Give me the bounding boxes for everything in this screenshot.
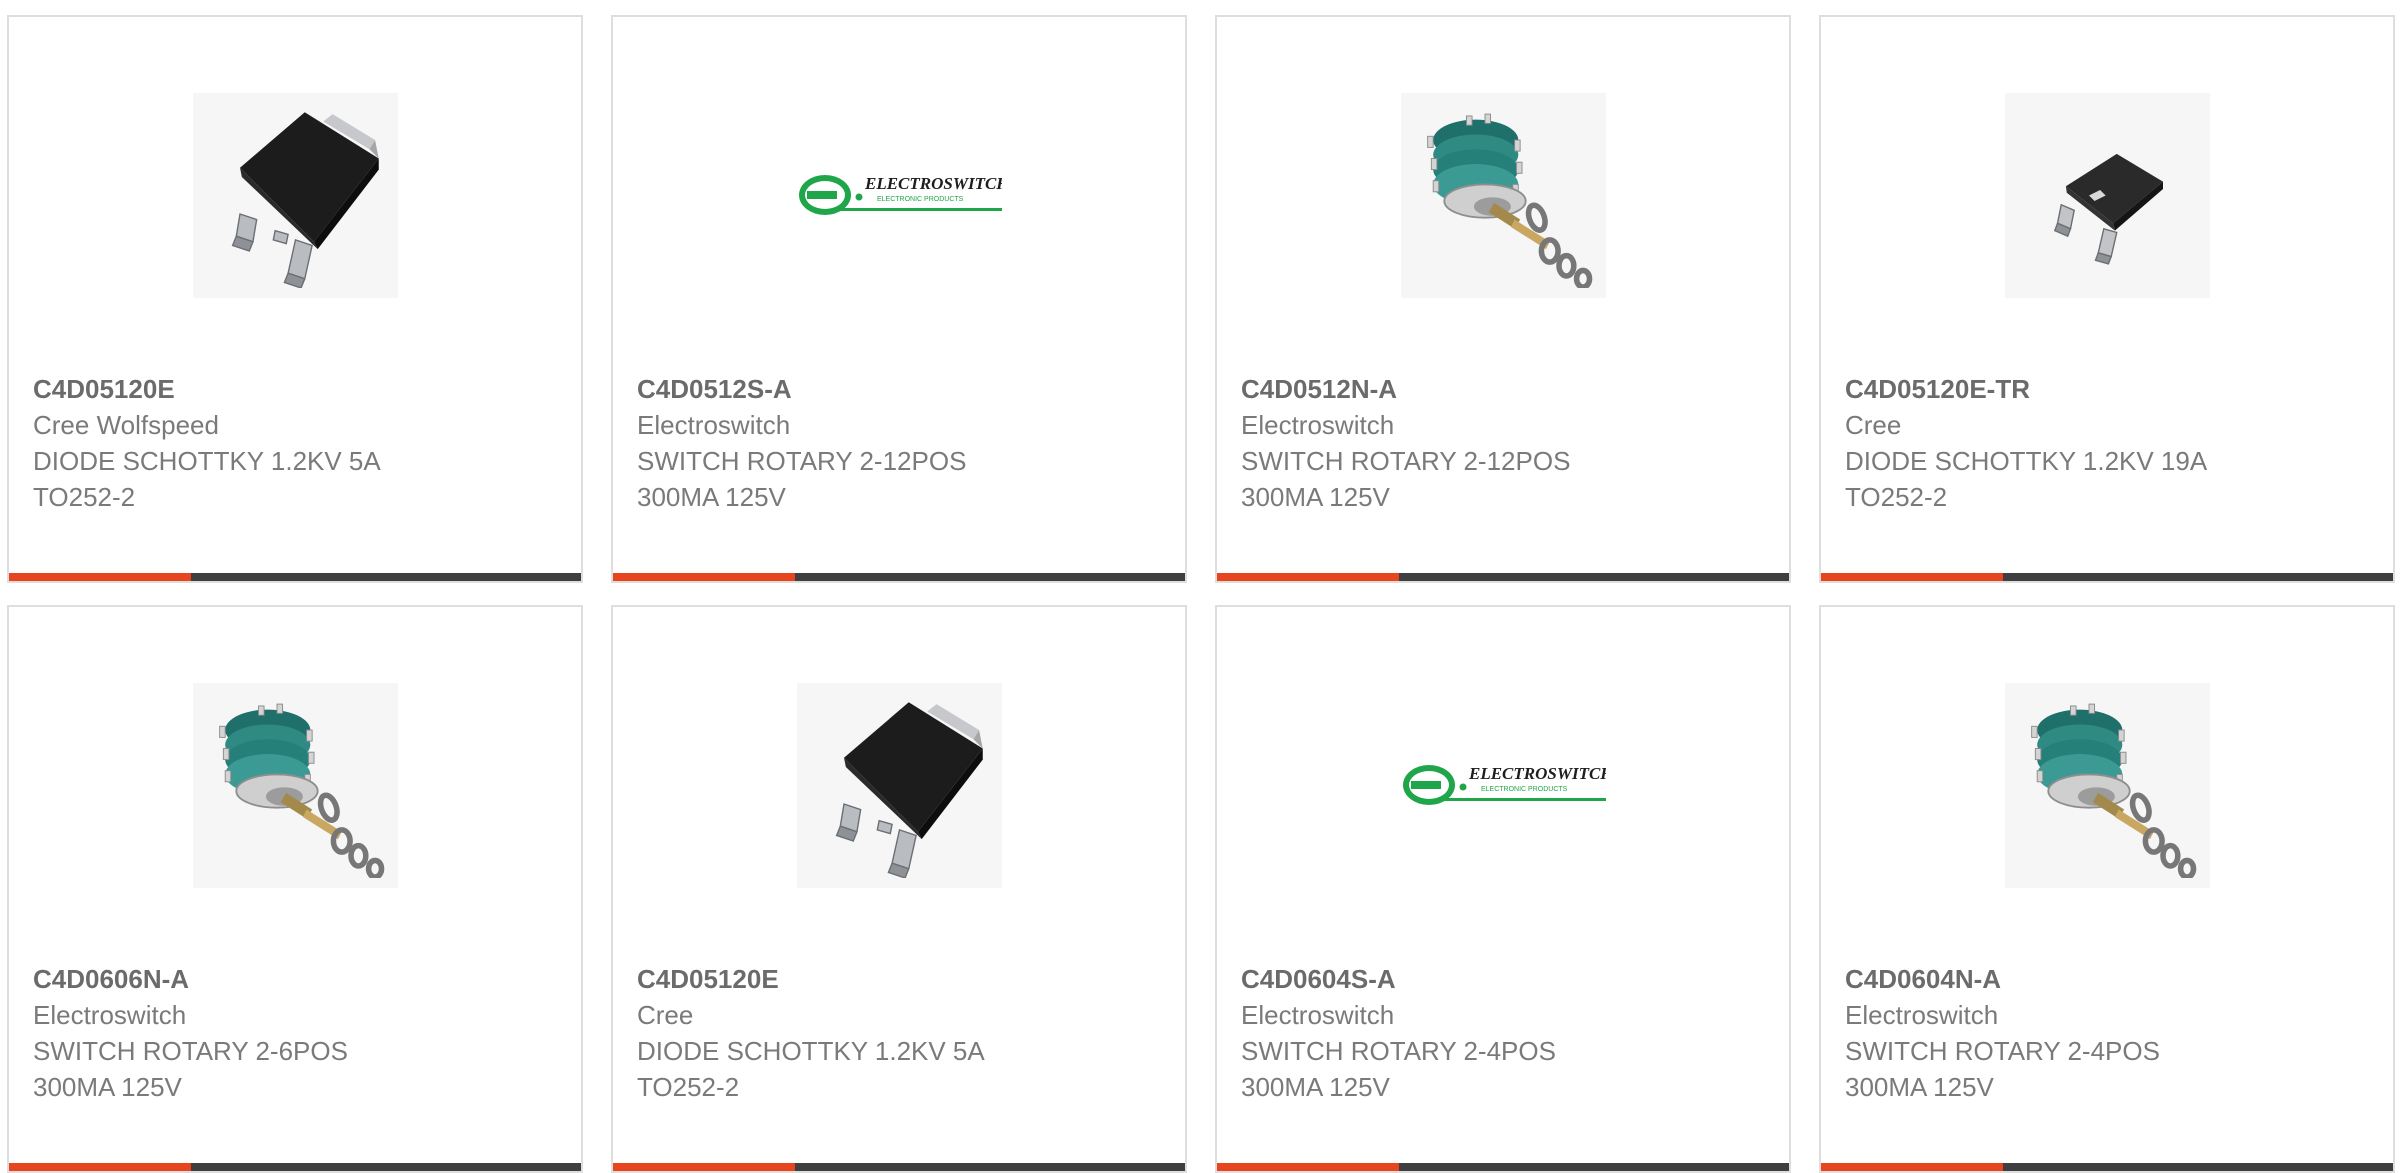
description-line-1: DIODE SCHOTTKY 1.2KV 5A (33, 446, 381, 476)
manufacturer-name: Electroswitch (33, 1000, 187, 1030)
manufacturer-name: Electroswitch (1845, 1000, 1999, 1030)
description-line-1: SWITCH ROTARY 2-4POS (1241, 1036, 1556, 1066)
description-line-1: SWITCH ROTARY 2-12POS (1241, 446, 1571, 476)
card-footer-bar (613, 1163, 1185, 1171)
description-line-1: SWITCH ROTARY 2-6POS (33, 1036, 348, 1066)
product-card[interactable]: C4D0606N-A Electroswitch SWITCH ROTARY 2… (7, 605, 583, 1173)
product-grid: C4D05120E Cree Wolfspeed DIODE SCHOTTKY … (0, 0, 2400, 1173)
product-card[interactable]: C4D05120E Cree Wolfspeed DIODE SCHOTTKY … (7, 15, 583, 583)
part-number-link[interactable]: C4D0606N-A (33, 961, 561, 997)
to252-small-package-image[interactable] (2004, 92, 2210, 298)
product-info: C4D0604S-A Electroswitch SWITCH ROTARY 2… (1241, 961, 1769, 1105)
card-footer-bar (9, 573, 581, 581)
product-info: C4D0606N-A Electroswitch SWITCH ROTARY 2… (33, 961, 561, 1105)
description-line-2: 300MA 125V (1241, 1072, 1390, 1102)
logo-text: ELECTROSWITCH (1468, 764, 1606, 783)
product-image-area (1217, 85, 1789, 305)
card-footer-bar (1217, 1163, 1789, 1171)
product-card[interactable]: C4D05120E Cree DIODE SCHOTTKY 1.2KV 5A T… (611, 605, 1187, 1173)
card-footer-bar (1821, 1163, 2393, 1171)
card-footer-bar (1821, 573, 2393, 581)
manufacturer-name: Cree Wolfspeed (33, 410, 219, 440)
rotary-switch-image[interactable] (2004, 682, 2210, 888)
description-line-1: SWITCH ROTARY 2-12POS (637, 446, 967, 476)
part-number-link[interactable]: C4D0604N-A (1845, 961, 2373, 997)
manufacturer-name: Electroswitch (637, 410, 791, 440)
description-line-2: 300MA 125V (33, 1072, 182, 1102)
product-card[interactable]: C4D0512N-A Electroswitch SWITCH ROTARY 2… (1215, 15, 1791, 583)
description-line-2: 300MA 125V (637, 482, 786, 512)
part-number-link[interactable]: C4D05120E (33, 371, 561, 407)
manufacturer-name: Electroswitch (1241, 410, 1395, 440)
logo-subtext: ELECTRONIC PRODUCTS (1481, 786, 1568, 793)
manufacturer-name: Cree (1845, 410, 1902, 440)
to252-package-image[interactable] (796, 682, 1002, 888)
card-footer-accent (1821, 573, 2003, 581)
part-number-link[interactable]: C4D05120E (637, 961, 1165, 997)
product-info: C4D0512N-A Electroswitch SWITCH ROTARY 2… (1241, 371, 1769, 515)
manufacturer-name: Cree (637, 1000, 694, 1030)
description-line-2: TO252-2 (33, 482, 136, 512)
description-line-1: DIODE SCHOTTKY 1.2KV 5A (637, 1036, 985, 1066)
card-footer-accent (613, 1163, 795, 1171)
part-number-link[interactable]: C4D0604S-A (1241, 961, 1769, 997)
description-line-2: TO252-2 (1845, 482, 1948, 512)
card-footer-accent (9, 1163, 191, 1171)
product-card[interactable]: ELECTROSWITCH ELECTRONIC PRODUCTS C4D0604… (1215, 605, 1791, 1173)
card-footer-accent (1217, 573, 1399, 581)
product-image-area (9, 675, 581, 895)
product-info: C4D0604N-A Electroswitch SWITCH ROTARY 2… (1845, 961, 2373, 1105)
product-image-area: ELECTROSWITCH ELECTRONIC PRODUCTS (1217, 675, 1789, 895)
description-line-1: DIODE SCHOTTKY 1.2KV 19A (1845, 446, 2208, 476)
card-footer-bar (9, 1163, 581, 1171)
product-info: C4D0512S-A Electroswitch SWITCH ROTARY 2… (637, 371, 1165, 515)
product-card[interactable]: C4D05120E-TR Cree DIODE SCHOTTKY 1.2KV 1… (1819, 15, 2395, 583)
card-footer-accent (9, 573, 191, 581)
part-number-link[interactable]: C4D0512N-A (1241, 371, 1769, 407)
electroswitch-logo[interactable]: ELECTROSWITCH ELECTRONIC PRODUCTS (796, 92, 1002, 298)
description-line-2: TO252-2 (637, 1072, 740, 1102)
product-image-area (1821, 85, 2393, 305)
product-image-area (1821, 675, 2393, 895)
card-footer-bar (1217, 573, 1789, 581)
logo-text: ELECTROSWITCH (864, 174, 1002, 193)
product-card[interactable]: C4D0604N-A Electroswitch SWITCH ROTARY 2… (1819, 605, 2395, 1173)
description-line-1: SWITCH ROTARY 2-4POS (1845, 1036, 2160, 1066)
card-footer-accent (1821, 1163, 2003, 1171)
product-image-area (9, 85, 581, 305)
description-line-2: 300MA 125V (1241, 482, 1390, 512)
card-footer-bar (613, 573, 1185, 581)
product-image-area (613, 675, 1185, 895)
rotary-switch-image[interactable] (192, 682, 398, 888)
part-number-link[interactable]: C4D0512S-A (637, 371, 1165, 407)
product-image-area: ELECTROSWITCH ELECTRONIC PRODUCTS (613, 85, 1185, 305)
electroswitch-logo[interactable]: ELECTROSWITCH ELECTRONIC PRODUCTS (1400, 682, 1606, 888)
product-info: C4D05120E-TR Cree DIODE SCHOTTKY 1.2KV 1… (1845, 371, 2373, 515)
manufacturer-name: Electroswitch (1241, 1000, 1395, 1030)
product-card[interactable]: ELECTROSWITCH ELECTRONIC PRODUCTS C4D0512… (611, 15, 1187, 583)
product-info: C4D05120E Cree Wolfspeed DIODE SCHOTTKY … (33, 371, 561, 515)
card-footer-accent (613, 573, 795, 581)
rotary-switch-image[interactable] (1400, 92, 1606, 298)
description-line-2: 300MA 125V (1845, 1072, 1994, 1102)
card-footer-accent (1217, 1163, 1399, 1171)
logo-subtext: ELECTRONIC PRODUCTS (877, 196, 964, 203)
product-info: C4D05120E Cree DIODE SCHOTTKY 1.2KV 5A T… (637, 961, 1165, 1105)
part-number-link[interactable]: C4D05120E-TR (1845, 371, 2373, 407)
to252-package-image[interactable] (192, 92, 398, 298)
